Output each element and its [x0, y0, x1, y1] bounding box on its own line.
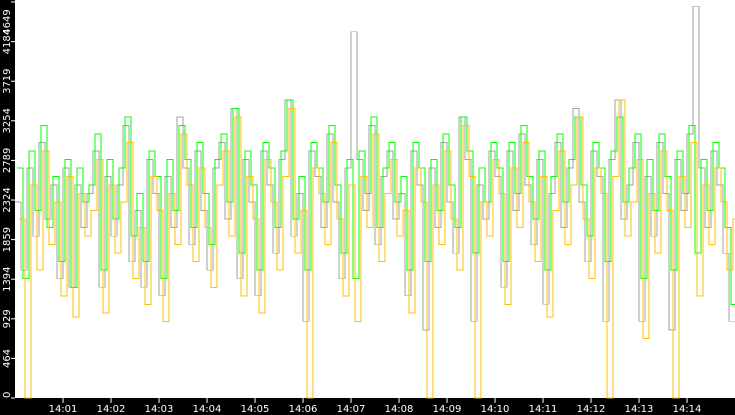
- x-tick-label: 14:01: [49, 404, 78, 415]
- x-tick-label: 14:12: [577, 404, 606, 415]
- y-tick-label: 0: [2, 392, 13, 398]
- x-tick-label: 14:10: [481, 404, 510, 415]
- x-tick-label: 14:13: [625, 404, 654, 415]
- y-tick-label: 2324: [2, 187, 13, 212]
- chart: 0 464 929 1394 1859 2324 2789 3254 3719 4184 4649 …: [0, 0, 735, 415]
- chart-svg: 046492913941859232427893254371941844649 …: [2, 0, 735, 415]
- y-tick-label: 464: [2, 349, 13, 368]
- x-tick-label: 14:02: [97, 404, 126, 415]
- y-tick-label: 3254: [2, 108, 13, 133]
- y-tick-label: 3719: [2, 68, 13, 93]
- x-tick-label: 14:07: [337, 404, 366, 415]
- x-tick-label: 14:14: [673, 404, 702, 415]
- y-tick-label: 4649: [2, 9, 13, 34]
- x-tick-label: 14:09: [433, 404, 462, 415]
- y-axis: 046492913941859232427893254371941844649: [2, 1, 15, 399]
- x-tick-label: 14:03: [145, 404, 174, 415]
- x-tick-label: 14:05: [241, 404, 270, 415]
- x-tick-label: 14:11: [529, 404, 558, 415]
- y-tick-label: 1394: [2, 266, 13, 291]
- x-tick-label: 14:06: [289, 404, 318, 415]
- x-tick-label: 14:08: [385, 404, 414, 415]
- x-axis: 14:01 14:02 14:03 14:04 14:05 14:06 14:07 14:08…: [49, 398, 702, 415]
- y-tick-label: 1859: [2, 227, 13, 252]
- y-tick-label: 2789: [2, 148, 13, 173]
- x-tick-label: 14:04: [193, 404, 222, 415]
- y-tick-label: 929: [2, 309, 13, 328]
